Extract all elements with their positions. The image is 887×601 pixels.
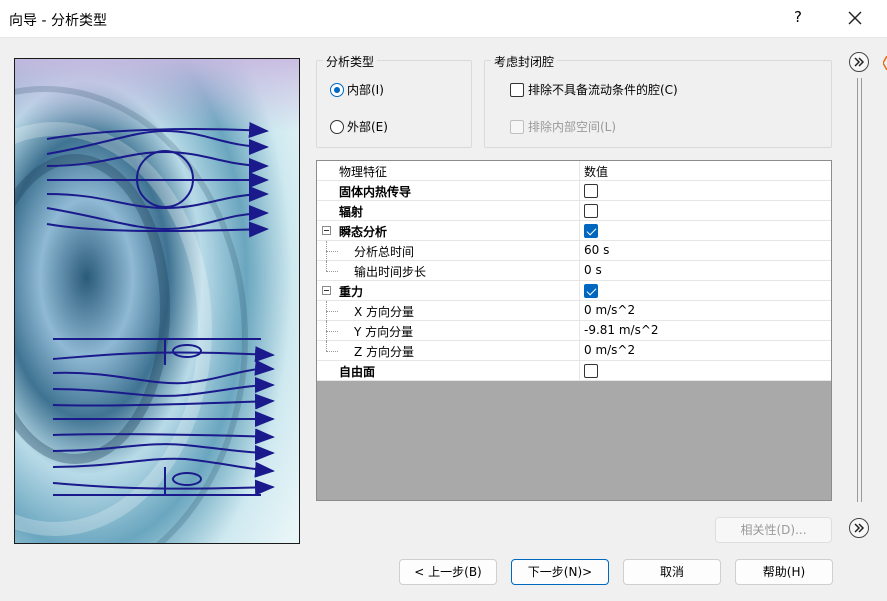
scroll-up-button[interactable]	[849, 52, 869, 72]
internal-radio[interactable]: 内部(I)	[330, 81, 384, 98]
tree-line	[326, 311, 338, 312]
grid-value-cell[interactable]	[579, 181, 831, 201]
exclude-no-flow-label: 排除不具备流动条件的腔(C)	[528, 83, 678, 97]
grid-value-cell[interactable]: 0 m/s^2	[579, 301, 831, 321]
grid-row[interactable]: 自由面	[317, 361, 831, 381]
grid-row-checkbox[interactable]	[584, 184, 598, 198]
grid-value-cell[interactable]	[579, 221, 831, 241]
cancel-button[interactable]: 取消	[623, 559, 721, 585]
scroll-down-button[interactable]	[849, 518, 869, 538]
enclosed-cavity-group: 考虑封闭腔 排除不具备流动条件的腔(C) 排除内部空间(L)	[484, 53, 832, 148]
grid-value-cell[interactable]	[579, 281, 831, 301]
external-radio-indicator[interactable]	[330, 119, 344, 134]
flow-illustration	[14, 58, 300, 544]
tree-line	[326, 351, 338, 352]
help-button[interactable]: 帮助(H)	[735, 559, 833, 585]
grid-row[interactable]: 瞬态分析	[317, 221, 831, 241]
grid-name-cell: 自由面	[317, 361, 579, 381]
vertical-scroll-track[interactable]	[857, 78, 862, 502]
tree-line	[326, 251, 338, 252]
grid-name-cell: 瞬态分析	[317, 221, 579, 241]
grid-row[interactable]: 固体内热传导	[317, 181, 831, 201]
grid-row-label: X 方向分量	[354, 305, 415, 319]
internal-radio-indicator[interactable]	[330, 82, 344, 97]
grid-name-cell: 辐射	[317, 201, 579, 221]
grid-row[interactable]: 输出时间步长 0 s	[317, 261, 831, 281]
grid-row-label: 分析总时间	[354, 245, 415, 259]
internal-radio-label: 内部(I)	[347, 83, 384, 97]
analysis-type-title: 分析类型	[323, 53, 378, 70]
grid-row-label: 辐射	[339, 205, 364, 219]
grid-row-checkbox[interactable]	[584, 364, 598, 378]
grid-name-cell: 分析总时间	[317, 241, 579, 261]
close-button[interactable]	[843, 5, 867, 31]
exclude-no-flow-checkbox[interactable]: 排除不具备流动条件的腔(C)	[510, 81, 678, 98]
grid-row-value[interactable]: -9.81 m/s^2	[584, 323, 659, 337]
grid-row-value[interactable]: 0 m/s^2	[584, 343, 635, 357]
help-title-button[interactable]: ?	[788, 8, 808, 30]
grid-row-value[interactable]: 60 s	[584, 243, 609, 257]
double-chevron-right-icon	[854, 57, 865, 67]
grid-name-cell: 固体内热传导	[317, 181, 579, 201]
grid-row-label: 固体内热传导	[339, 185, 412, 199]
grid-name-cell: Z 方向分量	[317, 341, 579, 361]
exclude-internal-space-checkbox: 排除内部空间(L)	[510, 118, 616, 135]
next-button[interactable]: 下一步(N)>	[511, 559, 609, 585]
grid-value-cell[interactable]: 0 m/s^2	[579, 341, 831, 361]
dependency-button: 相关性(D)...	[715, 517, 832, 543]
header-name: 物理特征	[339, 165, 388, 179]
close-icon	[848, 11, 862, 25]
grid-value-cell[interactable]: -9.81 m/s^2	[579, 321, 831, 341]
grid-row-label: 自由面	[339, 365, 376, 379]
grid-row-checkbox[interactable]	[584, 204, 598, 218]
grid-row[interactable]: 重力	[317, 281, 831, 301]
grid-row-value[interactable]: 0 s	[584, 263, 602, 277]
exclude-internal-space-box	[510, 119, 524, 134]
grid-row[interactable]: X 方向分量 0 m/s^2	[317, 301, 831, 321]
grid-name-cell: 输出时间步长	[317, 261, 579, 281]
grid-row-label: Y 方向分量	[354, 325, 414, 339]
flow-diagram-image	[15, 59, 299, 543]
orange-marker	[882, 55, 887, 71]
grid-row-label: 重力	[339, 285, 364, 299]
grid-row-checkbox[interactable]	[584, 284, 598, 298]
grid-row[interactable]: Z 方向分量 0 m/s^2	[317, 341, 831, 361]
tree-line	[326, 271, 338, 272]
tree-line	[326, 341, 327, 351]
back-button[interactable]: < 上一步(B)	[399, 559, 497, 585]
grid-row[interactable]: Y 方向分量 -9.81 m/s^2	[317, 321, 831, 341]
grid-value-cell[interactable]: 0 s	[579, 261, 831, 281]
grid-row-label: Z 方向分量	[354, 345, 415, 359]
grid-row-label: 瞬态分析	[339, 225, 388, 239]
title-bar: 向导 - 分析类型 ?	[0, 0, 887, 38]
collapse-icon[interactable]	[322, 226, 331, 235]
grid-name-cell: X 方向分量	[317, 301, 579, 321]
grid-row[interactable]: 分析总时间 60 s	[317, 241, 831, 261]
grid-value-cell[interactable]	[579, 361, 831, 381]
enclosed-cavity-title: 考虑封闭腔	[491, 53, 558, 70]
property-grid: 物理特征 数值 固体内热传导 辐射瞬态分析分析总时间 60 s 输出时间步长 0 s 重力…	[316, 160, 832, 501]
header-value: 数值	[584, 165, 609, 179]
grid-row-label: 输出时间步长	[354, 265, 427, 279]
analysis-type-group: 分析类型 内部(I) 外部(E)	[316, 53, 472, 148]
tree-line	[326, 261, 327, 271]
exclude-internal-space-label: 排除内部空间(L)	[528, 120, 617, 134]
double-chevron-right-icon	[854, 523, 865, 533]
external-radio-label: 外部(E)	[347, 120, 388, 134]
tree-line	[326, 331, 338, 332]
grid-value-cell[interactable]: 60 s	[579, 241, 831, 261]
window-title: 向导 - 分析类型	[9, 13, 107, 29]
collapse-icon[interactable]	[322, 286, 331, 295]
grid-name-cell: 重力	[317, 281, 579, 301]
grid-row-value[interactable]: 0 m/s^2	[584, 303, 635, 317]
grid-value-cell[interactable]	[579, 201, 831, 221]
external-radio[interactable]: 外部(E)	[330, 118, 388, 135]
grid-header: 物理特征 数值	[317, 161, 831, 181]
grid-row-checkbox[interactable]	[584, 224, 598, 238]
exclude-no-flow-box[interactable]	[510, 82, 524, 97]
grid-row[interactable]: 辐射	[317, 201, 831, 221]
grid-name-cell: Y 方向分量	[317, 321, 579, 341]
